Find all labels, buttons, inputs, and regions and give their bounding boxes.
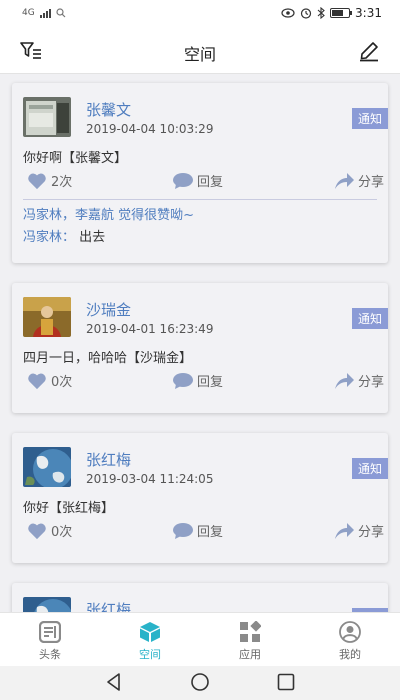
like-count: 0次 (51, 525, 73, 540)
post-time: 2019-04-04 10:03:29 (86, 122, 214, 136)
like-count: 0次 (51, 375, 73, 390)
page-title: 空间 (183, 45, 216, 64)
post-feed[interactable]: 张馨文 2019-04-04 10:03:29 通知 你好啊【张馨文】 2次 回… (0, 75, 400, 612)
search-status-icon (56, 8, 66, 18)
heart-icon (28, 173, 46, 189)
post-card: 张红梅 通知 (12, 583, 388, 612)
heart-icon (28, 523, 46, 539)
bluetooth-icon (317, 7, 325, 19)
notice-badge: 通知 (351, 108, 388, 129)
post-card: 张馨文 2019-04-04 10:03:29 通知 你好啊【张馨文】 2次 回… (12, 83, 388, 263)
like-button[interactable]: 0次 (26, 371, 72, 390)
post-author[interactable]: 张馨文 (86, 99, 131, 120)
reply-label: 回复 (197, 375, 224, 390)
status-bar: 4G 3:31 (0, 0, 400, 28)
apps-grid-icon (240, 621, 261, 642)
comment-text: 出去 (75, 230, 106, 245)
post-time: 2019-03-04 11:24:05 (86, 472, 214, 486)
comment-icon (173, 172, 193, 189)
reply-button[interactable]: 回复 (172, 371, 223, 390)
tab-mine[interactable]: 我的 (320, 621, 380, 662)
post-card: 张红梅 2019-03-04 11:24:05 通知 你好【张红梅】 0次 回复… (12, 433, 388, 563)
reply-button[interactable]: 回复 (172, 521, 223, 540)
status-left: 4G (22, 8, 66, 18)
post-actions: 0次 回复 分享 (12, 371, 388, 393)
share-label: 分享 (357, 525, 384, 540)
battery-icon (330, 8, 353, 18)
post-actions: 2次 回复 分享 (12, 171, 388, 193)
reply-label: 回复 (197, 175, 224, 190)
alarm-icon (300, 8, 312, 19)
notice-badge: 通知 (351, 458, 388, 479)
share-icon (334, 172, 354, 189)
tab-label: 头条 (39, 648, 61, 661)
back-icon[interactable] (104, 672, 124, 692)
news-icon (39, 621, 61, 643)
tab-label: 空间 (139, 648, 161, 661)
status-right: 3:31 (281, 6, 382, 20)
bottom-tab-bar: 头条 空间 应用 我的 (0, 612, 400, 666)
post-actions: 0次 回复 分享 (12, 521, 388, 543)
heart-icon (28, 373, 46, 389)
tab-apps[interactable]: 应用 (220, 621, 280, 662)
avatar[interactable] (23, 447, 71, 487)
home-icon[interactable] (190, 672, 210, 692)
liked-by-text: 冯家林，李嘉航 觉得很赞呦~ (23, 208, 195, 223)
divider (23, 199, 377, 200)
like-count: 2次 (51, 175, 73, 190)
post-content: 你好啊【张馨文】 (23, 151, 128, 166)
post-card: 沙瑞金 2019-04-01 16:23:49 通知 四月一日，哈哈哈【沙瑞金】… (12, 283, 388, 413)
post-time: 2019-04-01 16:23:49 (86, 322, 214, 336)
like-button[interactable]: 0次 (26, 521, 72, 540)
share-button[interactable]: 分享 (333, 371, 384, 390)
system-nav-bar (0, 666, 400, 700)
notice-badge: 通知 (351, 308, 388, 329)
share-icon (334, 522, 354, 539)
share-button[interactable]: 分享 (333, 521, 384, 540)
post-content: 你好【张红梅】 (23, 501, 115, 516)
user-icon (339, 621, 361, 643)
share-button[interactable]: 分享 (333, 171, 384, 190)
tab-label: 应用 (239, 648, 261, 661)
like-button[interactable]: 2次 (26, 171, 72, 190)
eye-icon (281, 8, 295, 18)
share-icon (334, 372, 354, 389)
reply-label: 回复 (197, 525, 224, 540)
post-content: 四月一日，哈哈哈【沙瑞金】 (23, 351, 193, 366)
share-label: 分享 (357, 175, 384, 190)
comment-icon (173, 372, 193, 389)
tab-label: 我的 (339, 648, 361, 661)
avatar[interactable] (23, 297, 71, 337)
reply-button[interactable]: 回复 (172, 171, 223, 190)
tab-space[interactable]: 空间 (120, 621, 180, 662)
avatar[interactable] (23, 97, 71, 137)
post-author[interactable]: 张红梅 (86, 449, 131, 470)
cube-icon (140, 622, 160, 642)
post-author[interactable]: 沙瑞金 (86, 299, 131, 320)
comment-icon (173, 522, 193, 539)
top-bar: 空间 (0, 28, 400, 74)
comment-item[interactable]: 冯家林： 出去 (23, 227, 194, 249)
tab-news[interactable]: 头条 (20, 621, 80, 662)
post-author[interactable]: 张红梅 (86, 599, 131, 612)
signal-type: 4G (22, 8, 35, 18)
comment-author[interactable]: 冯家林： (23, 230, 75, 245)
signal-icon (39, 8, 51, 18)
recent-apps-icon[interactable] (276, 672, 296, 692)
share-label: 分享 (357, 375, 384, 390)
avatar[interactable] (23, 597, 71, 612)
edit-icon[interactable] (358, 40, 380, 62)
status-time: 3:31 (355, 6, 382, 20)
comments-section: 冯家林，李嘉航 觉得很赞呦~ 冯家林： 出去 (23, 205, 194, 249)
